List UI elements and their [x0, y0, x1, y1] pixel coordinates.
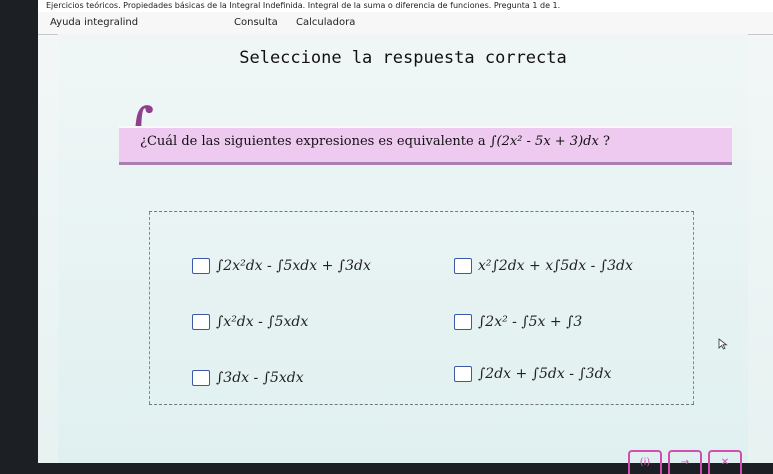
menu-bar: Ayuda integralind Consulta Calculadora	[38, 12, 773, 35]
next-button[interactable]: →	[668, 450, 702, 474]
option-label: ∫2x² - ∫5x + ∫3	[478, 314, 583, 330]
option-label: ∫2dx + ∫5dx - ∫3dx	[478, 366, 612, 382]
quiz-panel: Seleccione la respuesta correcta ∫ ¿Cuál…	[58, 34, 748, 474]
menu-calculadora[interactable]: Calculadora	[296, 12, 355, 34]
page-title: Seleccione la respuesta correcta	[239, 48, 567, 68]
question-suffix: ?	[598, 134, 610, 149]
option-label: x²∫2dx + x∫5dx - ∫3dx	[478, 258, 633, 274]
option-label: ∫x²dx - ∫5xdx	[216, 314, 309, 330]
question-text: ¿Cuál de las siguientes expresiones es e…	[140, 134, 610, 149]
checkbox[interactable]	[454, 258, 472, 274]
checkbox[interactable]	[192, 370, 210, 386]
menu-ayuda[interactable]: Ayuda integralind	[50, 12, 138, 34]
menu-consulta[interactable]: Consulta	[234, 12, 278, 34]
answer-options: ∫2x²dx - ∫5xdx + ∫3dx x²∫2dx + x∫5dx - ∫…	[149, 211, 694, 405]
checkbox[interactable]	[454, 366, 472, 382]
checkbox[interactable]	[192, 258, 210, 274]
info-button[interactable]: (i)	[628, 450, 662, 474]
question-expression: ∫(2x² - 5x + 3)dx	[489, 134, 599, 149]
option-label: ∫3dx - ∫5xdx	[216, 370, 304, 386]
window-title: Ejercicios teóricos. Propiedades básicas…	[38, 0, 773, 12]
question-prefix: ¿Cuál de las siguientes expresiones es e…	[140, 134, 490, 149]
close-button[interactable]: ✕	[708, 450, 742, 474]
checkbox[interactable]	[454, 314, 472, 330]
option-label: ∫2x²dx - ∫5xdx + ∫3dx	[216, 258, 371, 274]
mouse-cursor-icon	[718, 338, 728, 350]
quiz-screen: Ejercicios teóricos. Propiedades básicas…	[38, 0, 773, 474]
checkbox[interactable]	[192, 314, 210, 330]
